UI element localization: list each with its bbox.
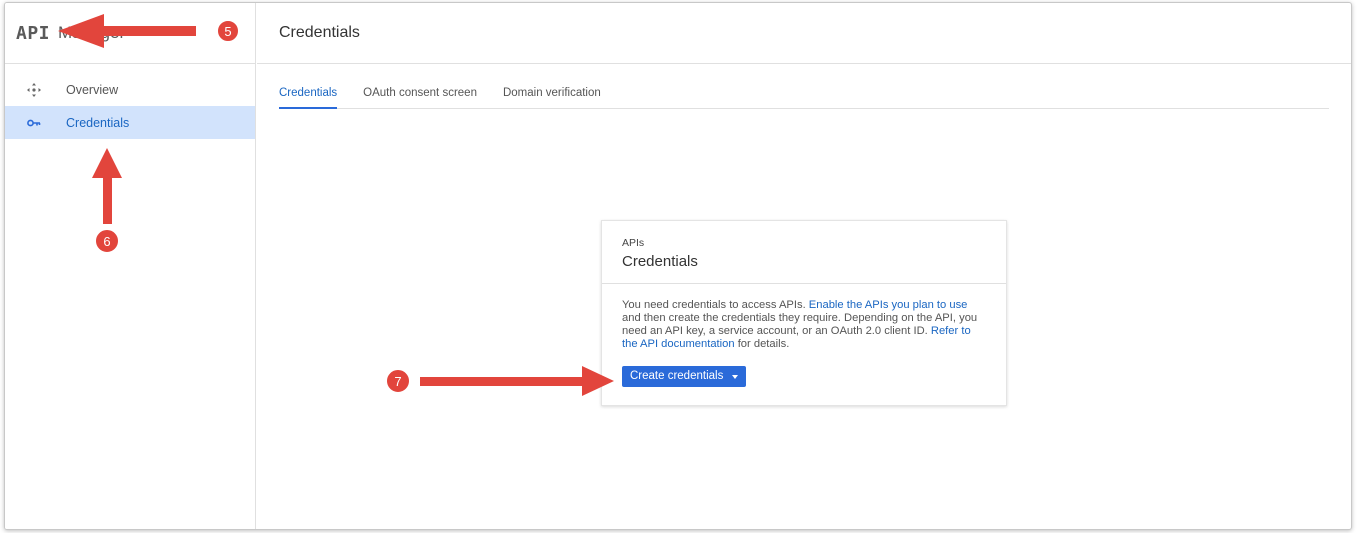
enable-apis-link[interactable]: Enable the APIs you plan to use xyxy=(809,299,968,311)
sidebar-item-label: Overview xyxy=(66,82,119,97)
sidebar-item-overview[interactable]: Overview xyxy=(5,73,255,106)
tab-oauth-consent-screen[interactable]: OAuth consent screen xyxy=(363,87,477,109)
description-text: and then create the credentials they req… xyxy=(622,312,978,337)
caret-down-icon xyxy=(732,374,739,379)
move-arrows-icon xyxy=(25,81,43,99)
key-icon xyxy=(25,114,43,132)
create-credentials-label: Create credentials xyxy=(630,370,724,382)
credentials-card: APIs Credentials You need credentials to… xyxy=(601,220,1007,406)
card-description: You need credentials to access APIs. Ena… xyxy=(622,299,986,351)
create-credentials-button[interactable]: Create credentials xyxy=(622,366,747,387)
sidebar-item-label: Credentials xyxy=(66,115,130,130)
app-window: API Manager Overview Credentials Credent… xyxy=(4,2,1352,530)
sidebar-item-credentials[interactable]: Credentials xyxy=(5,106,255,139)
brand-api-text: API xyxy=(16,22,51,44)
description-text: You need credentials to access APIs. xyxy=(622,299,806,311)
card-title: Credentials xyxy=(622,253,698,270)
description-text: for details. xyxy=(737,338,790,350)
tab-bar: Credentials OAuth consent screen Domain … xyxy=(279,87,1329,109)
card-header: APIs Credentials xyxy=(602,221,1006,284)
tab-credentials[interactable]: Credentials xyxy=(279,87,338,109)
sidebar: API Manager Overview Credentials xyxy=(5,3,256,529)
brand-manager-text: Manager xyxy=(58,23,126,42)
sidebar-nav: Overview Credentials xyxy=(5,73,255,139)
card-kicker: APIs xyxy=(622,237,645,249)
page-title: Credentials xyxy=(279,24,360,41)
brand-logo[interactable]: API Manager xyxy=(5,3,255,64)
card-body: You need credentials to access APIs. Ena… xyxy=(602,284,1006,387)
tab-domain-verification[interactable]: Domain verification xyxy=(503,87,601,109)
page-header: Credentials xyxy=(257,3,1351,64)
